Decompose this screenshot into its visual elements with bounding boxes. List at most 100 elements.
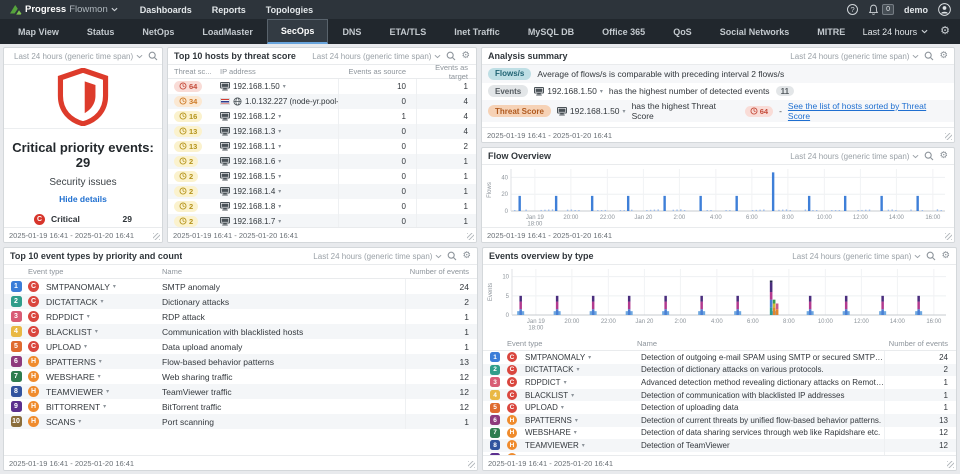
search-icon[interactable] — [148, 51, 158, 61]
menu-item-reports[interactable]: Reports — [212, 5, 246, 15]
gear-icon[interactable]: ⚙ — [462, 251, 471, 261]
col-threat-score[interactable]: Threat sc... — [168, 67, 220, 76]
event-type-dropdown[interactable]: UPLOAD▾ — [46, 342, 162, 352]
tab-social-networks[interactable]: Social Networks — [706, 19, 804, 44]
search-icon[interactable] — [926, 251, 936, 261]
progress-flowmon-logo[interactable]: Progress Flowmon — [9, 4, 118, 15]
dashboard-tabs: Map ViewStatusNetOpsLoadMasterSecOpsDNSE… — [4, 19, 859, 44]
search-icon[interactable] — [447, 251, 457, 261]
table-row: 64192.168.1.50▾101 — [168, 79, 476, 94]
events-as-source-cell: 0 — [338, 184, 416, 199]
gear-icon[interactable]: ⚙ — [940, 26, 950, 37]
gear-icon[interactable]: ⚙ — [939, 151, 948, 161]
panel-timespan-dropdown[interactable]: Last 24 hours (generic time span) — [790, 152, 919, 161]
col-name[interactable]: Name — [162, 267, 405, 276]
event-count-cell: 12 — [405, 384, 477, 399]
gear-icon[interactable]: ⚙ — [461, 51, 470, 61]
menu-item-topologies[interactable]: Topologies — [266, 5, 313, 15]
svg-text:Flows: Flows — [487, 182, 493, 198]
event-type-dropdown[interactable]: BPATTERNS▾ — [525, 416, 641, 425]
tab-inet-traffic[interactable]: Inet Traffic — [440, 19, 514, 44]
svg-text:6:00: 6:00 — [747, 319, 759, 325]
event-type-dropdown[interactable]: TEAMVIEWER▾ — [46, 387, 162, 397]
host-dropdown[interactable]: 1.0.132.227 (node-yr.pool-1-0.dynamic.to… — [220, 97, 338, 106]
panel-time-footer: 2025-01-19 16:41 - 2025-01-20 16:41 — [9, 231, 134, 240]
event-type-dropdown[interactable]: SMTPANOMALY▾ — [525, 353, 641, 362]
panel-timespan-dropdown[interactable]: Last 24 hours (generic time span) — [313, 252, 442, 261]
event-type-dropdown[interactable]: RDPDICT▾ — [525, 378, 641, 387]
tab-dns[interactable]: DNS — [328, 19, 375, 44]
gear-icon[interactable]: ⚙ — [941, 251, 950, 261]
host-dropdown[interactable]: 192.168.1.6▾ — [220, 157, 281, 166]
host-dropdown[interactable]: 192.168.1.3▾ — [220, 127, 281, 136]
search-icon[interactable] — [924, 151, 934, 161]
event-type-dropdown[interactable]: BLACKLIST▾ — [525, 391, 641, 400]
tab-qos[interactable]: QoS — [659, 19, 706, 44]
resize-handle[interactable] — [945, 233, 952, 240]
tab-office-365[interactable]: Office 365 — [588, 19, 659, 44]
resize-handle[interactable] — [153, 233, 160, 240]
panel-timespan-dropdown[interactable]: Last 24 hours (generic time span) — [14, 52, 143, 61]
tab-mitre[interactable]: MITRE — [803, 19, 859, 44]
col-name[interactable]: Name — [637, 339, 884, 348]
host-dropdown[interactable]: 192.168.1.5▾ — [220, 172, 281, 181]
col-number-of-events[interactable]: Number of events — [884, 337, 956, 350]
tab-map-view[interactable]: Map View — [4, 19, 73, 44]
event-count-cell: 12 — [405, 399, 477, 414]
user-name[interactable]: demo — [904, 5, 928, 15]
tab-secops[interactable]: SecOps — [267, 19, 329, 44]
col-event-type[interactable]: Event type — [28, 267, 162, 276]
gear-icon[interactable]: ⚙ — [939, 51, 948, 61]
tab-netops[interactable]: NetOps — [128, 19, 188, 44]
col-event-type[interactable]: Event type — [507, 339, 637, 348]
tab-loadmaster[interactable]: LoadMaster — [188, 19, 267, 44]
col-number-of-events[interactable]: Number of events — [405, 265, 477, 278]
threat-score-list-link[interactable]: See the list of hosts sorted by Threat S… — [788, 101, 948, 121]
user-avatar-icon[interactable] — [938, 3, 951, 16]
event-type-dropdown[interactable]: TEAMVIEWER▾ — [525, 441, 641, 450]
panel-timespan-dropdown[interactable]: Last 24 hours (generic time span) — [790, 52, 919, 61]
event-type-dropdown[interactable]: WEBSHARE▾ — [525, 428, 641, 437]
menu-item-dashboards[interactable]: Dashboards — [140, 5, 192, 15]
help-icon[interactable]: ? — [847, 4, 858, 15]
col-events-as-target[interactable]: Events as target — [416, 65, 476, 78]
separator: - — [779, 106, 782, 116]
event-type-dropdown[interactable]: WEBSHARE▾ — [46, 372, 162, 382]
event-type-dropdown[interactable]: DICTATTACK▾ — [525, 365, 641, 374]
resize-handle[interactable] — [467, 233, 474, 240]
resize-handle[interactable] — [468, 461, 475, 468]
svg-text:40: 40 — [501, 175, 508, 181]
host-dropdown[interactable]: 192.168.1.50▾ — [220, 82, 286, 91]
search-icon[interactable] — [924, 51, 934, 61]
panel-timespan-dropdown[interactable]: Last 24 hours (generic time span) — [792, 252, 921, 261]
host-dropdown[interactable]: 192.168.1.8▾ — [220, 202, 281, 211]
notifications[interactable]: 0 — [868, 4, 894, 16]
event-type-dropdown[interactable]: BLACKLIST▾ — [46, 327, 162, 337]
tab-mysql-db[interactable]: MySQL DB — [514, 19, 588, 44]
resize-handle[interactable] — [947, 461, 954, 468]
event-type-dropdown[interactable]: BITTORRENT▾ — [46, 402, 162, 412]
ip-address-cell: 192.168.1.5▾ — [220, 172, 338, 181]
host-dropdown[interactable]: 192.168.1.50▾ — [534, 86, 603, 96]
event-type-dropdown[interactable]: SCANS▾ — [46, 417, 162, 427]
host-dropdown[interactable]: 192.168.1.4▾ — [220, 187, 281, 196]
event-types-table-body: 1CSMTPANOMALY▾SMTP anomaly242CDICTATTACK… — [4, 279, 477, 429]
host-dropdown[interactable]: 192.168.1.50▾ — [557, 106, 626, 116]
event-type-dropdown[interactable]: RDPDICT▾ — [46, 312, 162, 322]
host-dropdown[interactable]: 192.168.1.2▾ — [220, 112, 281, 121]
col-ip-address[interactable]: IP address — [220, 67, 338, 76]
tab-status[interactable]: Status — [73, 19, 129, 44]
hide-details-link[interactable]: Hide details — [4, 194, 162, 204]
event-type-dropdown[interactable]: UPLOAD▾ — [525, 403, 641, 412]
event-type-dropdown[interactable]: BPATTERNS▾ — [46, 357, 162, 367]
col-events-as-source[interactable]: Events as source — [338, 65, 416, 78]
search-icon[interactable] — [446, 51, 456, 61]
tab-eta-tls[interactable]: ETA/TLS — [375, 19, 440, 44]
host-dropdown[interactable]: 192.168.1.7▾ — [220, 217, 281, 226]
host-dropdown[interactable]: 192.168.1.1▾ — [220, 142, 281, 151]
global-time-range-dropdown[interactable]: Last 24 hours — [863, 27, 929, 37]
panel-timespan-dropdown[interactable]: Last 24 hours (generic time span) — [312, 52, 441, 61]
event-type-dropdown[interactable]: SMTPANOMALY▾ — [46, 282, 162, 292]
resize-handle[interactable] — [945, 133, 952, 140]
event-type-dropdown[interactable]: DICTATTACK▾ — [46, 297, 162, 307]
